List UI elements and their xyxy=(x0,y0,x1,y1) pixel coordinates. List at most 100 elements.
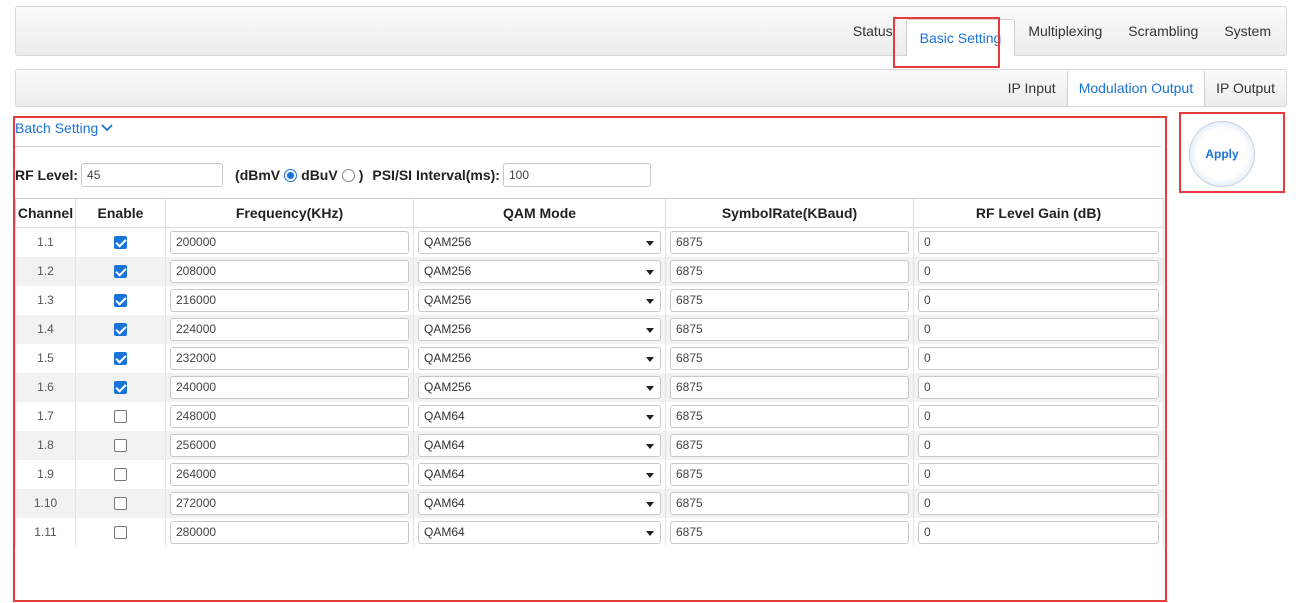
rf-gain-input[interactable]: 0 xyxy=(918,346,1159,370)
rf-gain-input[interactable]: 0 xyxy=(918,288,1159,312)
symbol-rate-input[interactable]: 6875 xyxy=(670,230,909,254)
apply-button[interactable]: Apply xyxy=(1189,121,1255,187)
enable-checkbox[interactable] xyxy=(114,381,127,395)
sub-nav: IP Input Modulation Output IP Output xyxy=(997,70,1286,106)
qam-mode-select[interactable]: QAM256 xyxy=(418,346,661,370)
frequency-cell: 272000 xyxy=(165,488,414,518)
rf-level-input[interactable] xyxy=(81,163,224,187)
frequency-input[interactable]: 280000 xyxy=(170,520,409,544)
table-row: 1.7 248000 QAM64 6875 0 xyxy=(15,401,1164,431)
table-header-row: Channel Enable Frequency(KHz) QAM Mode S… xyxy=(15,198,1164,228)
symbol-rate-cell: 6875 xyxy=(665,227,914,257)
qam-mode-select[interactable]: QAM64 xyxy=(418,433,661,457)
enable-checkbox[interactable] xyxy=(114,526,127,540)
frequency-input[interactable]: 224000 xyxy=(170,317,409,341)
symbol-rate-input[interactable]: 6875 xyxy=(670,520,909,544)
symbol-rate-input[interactable]: 6875 xyxy=(670,491,909,515)
channel-cell: 1.10 xyxy=(15,488,76,518)
tab-ip-input[interactable]: IP Input xyxy=(997,70,1067,106)
enable-checkbox[interactable] xyxy=(114,497,127,511)
enable-checkbox[interactable] xyxy=(114,294,127,308)
tab-modulation-output[interactable]: Modulation Output xyxy=(1066,70,1206,106)
qam-cell: QAM64 xyxy=(413,517,666,547)
table-row: 1.5 232000 QAM256 6875 0 xyxy=(15,343,1164,373)
rf-unit-group: ( dBmV dBuV ) xyxy=(235,167,363,183)
enable-checkbox[interactable] xyxy=(114,323,127,337)
rf-gain-input[interactable]: 0 xyxy=(918,433,1159,457)
psi-interval-input[interactable] xyxy=(502,163,651,187)
rf-gain-input[interactable]: 0 xyxy=(918,520,1159,544)
qam-cell: QAM256 xyxy=(413,343,666,373)
enable-checkbox[interactable] xyxy=(114,439,127,453)
enable-checkbox[interactable] xyxy=(114,236,127,250)
enable-cell xyxy=(75,372,166,402)
dropdown-arrow-icon xyxy=(646,501,654,507)
enable-cell xyxy=(75,517,166,547)
symbol-rate-input[interactable]: 6875 xyxy=(670,433,909,457)
enable-checkbox[interactable] xyxy=(114,265,127,279)
rf-gain-input[interactable]: 0 xyxy=(918,491,1159,515)
frequency-input[interactable]: 264000 xyxy=(170,462,409,486)
qam-mode-value: QAM256 xyxy=(424,264,472,278)
qam-mode-select[interactable]: QAM256 xyxy=(418,317,661,341)
dropdown-arrow-icon xyxy=(646,443,654,449)
rf-gain-input[interactable]: 0 xyxy=(918,462,1159,486)
symbol-rate-input[interactable]: 6875 xyxy=(670,317,909,341)
enable-checkbox[interactable] xyxy=(114,410,127,424)
dropdown-arrow-icon xyxy=(646,472,654,478)
rf-gain-input[interactable]: 0 xyxy=(918,317,1159,341)
frequency-input[interactable]: 256000 xyxy=(170,433,409,457)
symbol-rate-cell: 6875 xyxy=(665,459,914,489)
enable-checkbox[interactable] xyxy=(114,468,127,482)
enable-cell xyxy=(75,430,166,460)
unit-dbuv-label: dBuV xyxy=(301,167,338,183)
tab-basic-setting[interactable]: Basic Setting xyxy=(905,19,1016,56)
qam-mode-select[interactable]: QAM64 xyxy=(418,462,661,486)
symbol-rate-input[interactable]: 6875 xyxy=(670,259,909,283)
frequency-input[interactable]: 248000 xyxy=(170,404,409,428)
frequency-input[interactable]: 208000 xyxy=(170,259,409,283)
col-header-channel: Channel xyxy=(15,198,76,228)
qam-cell: QAM256 xyxy=(413,256,666,286)
frequency-input[interactable]: 232000 xyxy=(170,346,409,370)
qam-cell: QAM64 xyxy=(413,459,666,489)
qam-mode-select[interactable]: QAM256 xyxy=(418,259,661,283)
dropdown-arrow-icon xyxy=(646,414,654,420)
qam-mode-select[interactable]: QAM256 xyxy=(418,288,661,312)
channel-table-body: 1.1 200000 QAM256 6875 0 1.2 208000 QAM256 6875 0… xyxy=(15,227,1164,547)
enable-cell xyxy=(75,227,166,257)
symbol-rate-input[interactable]: 6875 xyxy=(670,346,909,370)
tab-system[interactable]: System xyxy=(1211,7,1284,55)
frequency-input[interactable]: 200000 xyxy=(170,230,409,254)
qam-mode-select[interactable]: QAM256 xyxy=(418,230,661,254)
tab-scrambling[interactable]: Scrambling xyxy=(1115,7,1211,55)
rf-gain-input[interactable]: 0 xyxy=(918,404,1159,428)
symbol-rate-cell: 6875 xyxy=(665,517,914,547)
rf-gain-input[interactable]: 0 xyxy=(918,230,1159,254)
qam-mode-select[interactable]: QAM64 xyxy=(418,404,661,428)
qam-mode-select[interactable]: QAM64 xyxy=(418,520,661,544)
tab-status[interactable]: Status xyxy=(840,7,906,55)
channel-cell: 1.9 xyxy=(15,459,76,489)
unit-dbuv-radio[interactable] xyxy=(341,168,355,182)
tab-ip-output[interactable]: IP Output xyxy=(1205,70,1286,106)
symbol-rate-input[interactable]: 6875 xyxy=(670,462,909,486)
frequency-input[interactable]: 216000 xyxy=(170,288,409,312)
unit-dbmv-radio[interactable] xyxy=(284,168,298,182)
qam-mode-select[interactable]: QAM64 xyxy=(418,491,661,515)
batch-setting-toggle[interactable]: Batch Setting xyxy=(15,120,113,136)
symbol-rate-input[interactable]: 6875 xyxy=(670,288,909,312)
qam-mode-select[interactable]: QAM256 xyxy=(418,375,661,399)
dropdown-arrow-icon xyxy=(646,356,654,362)
rf-gain-input[interactable]: 0 xyxy=(918,259,1159,283)
frequency-cell: 280000 xyxy=(165,517,414,547)
rf-settings-row: RF Level: ( dBmV dBuV ) PSI/SI Interval(… xyxy=(15,163,651,187)
symbol-rate-input[interactable]: 6875 xyxy=(670,375,909,399)
frequency-input[interactable]: 240000 xyxy=(170,375,409,399)
rf-gain-input[interactable]: 0 xyxy=(918,375,1159,399)
table-row: 1.4 224000 QAM256 6875 0 xyxy=(15,314,1164,344)
symbol-rate-input[interactable]: 6875 xyxy=(670,404,909,428)
enable-checkbox[interactable] xyxy=(114,352,127,366)
tab-multiplexing[interactable]: Multiplexing xyxy=(1015,7,1115,55)
frequency-input[interactable]: 272000 xyxy=(170,491,409,515)
